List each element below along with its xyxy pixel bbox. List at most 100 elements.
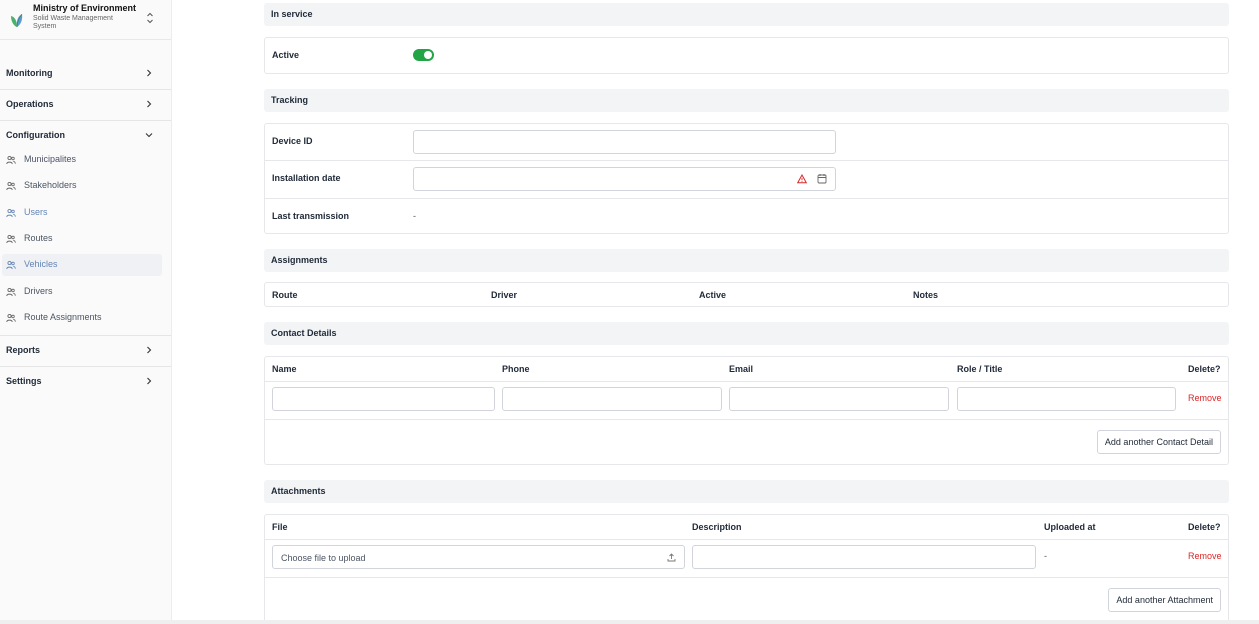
nav-configuration-label: Configuration	[6, 130, 65, 140]
sidebar-item-label: Vehicles	[24, 259, 58, 269]
nav-configuration[interactable]: Configuration	[0, 121, 171, 151]
upload-icon	[667, 553, 676, 562]
chevron-right-icon	[147, 100, 152, 108]
row-divider	[265, 577, 1228, 578]
installation-date-label: Installation date	[272, 173, 341, 183]
sidebar-item-municipalites[interactable]: Municipalites	[2, 149, 162, 171]
section-header-contact-details: Contact Details	[264, 322, 1229, 345]
chevron-right-icon	[147, 346, 152, 354]
sidebar-item-routes[interactable]: Routes	[2, 228, 162, 250]
column-header-driver: Driver	[491, 290, 518, 300]
chevron-right-icon	[147, 69, 152, 77]
last-transmission-value: -	[413, 211, 416, 221]
sidebar-item-label: Municipalites	[24, 154, 77, 164]
column-header-email: Email	[729, 364, 754, 374]
column-header-notes: Notes	[913, 290, 939, 300]
contact-details-table: Name Phone Email Role / Title Delete? Re…	[264, 356, 1229, 465]
file-upload-input[interactable]: Choose file to upload	[272, 545, 685, 569]
users-icon	[6, 181, 16, 191]
installation-date-input[interactable]	[413, 167, 836, 191]
nav-settings-label: Settings	[6, 376, 42, 386]
users-icon	[6, 208, 16, 218]
section-header-tracking: Tracking	[264, 89, 1229, 112]
users-icon	[6, 260, 16, 270]
nav-reports-label: Reports	[6, 345, 41, 355]
row-divider	[265, 539, 1228, 540]
column-header-uploaded-at: Uploaded at	[1044, 522, 1096, 532]
column-header-active: Active	[699, 290, 727, 300]
main-content: In service Active Tracking Device ID Ins…	[172, 0, 1259, 624]
sidebar-item-label: Stakeholders	[24, 180, 77, 190]
file-upload-placeholder: Choose file to upload	[281, 553, 366, 563]
sidebar-item-stakeholders[interactable]: Stakeholders	[2, 175, 162, 197]
nav-operations[interactable]: Operations	[0, 90, 171, 120]
contact-phone-input[interactable]	[502, 387, 722, 411]
calendar-icon[interactable]	[817, 173, 827, 184]
uploaded-at-value: -	[1044, 551, 1047, 561]
chevron-right-icon	[147, 377, 152, 385]
section-title: Assignments	[271, 255, 328, 265]
brand-switcher[interactable]: Ministry of Environment Solid Waste Mana…	[0, 0, 171, 40]
nav-operations-label: Operations	[6, 99, 54, 109]
sidebar-item-users[interactable]: Users	[2, 202, 162, 224]
sidebar: Ministry of Environment Solid Waste Mana…	[0, 0, 172, 624]
sidebar-item-drivers[interactable]: Drivers	[2, 281, 162, 303]
assignments-table: Route Driver Active Notes	[264, 282, 1229, 307]
nav-monitoring[interactable]: Monitoring	[0, 59, 171, 89]
section-header-attachments: Attachments	[264, 480, 1229, 503]
attachment-description-input[interactable]	[692, 545, 1036, 569]
sidebar-item-label: Routes	[24, 233, 53, 243]
warning-icon	[797, 174, 807, 184]
column-header-role: Role / Title	[957, 364, 1003, 374]
nav-settings[interactable]: Settings	[0, 367, 171, 397]
app-window: Ministry of Environment Solid Waste Mana…	[0, 0, 1259, 624]
sidebar-item-route-assignments[interactable]: Route Assignments	[2, 307, 162, 329]
users-icon	[6, 287, 16, 297]
section-title: In service	[271, 9, 313, 19]
active-toggle[interactable]	[413, 49, 434, 61]
users-icon	[6, 234, 16, 244]
section-title: Attachments	[271, 486, 326, 496]
leaf-logo-icon	[11, 13, 23, 28]
add-contact-button[interactable]: Add another Contact Detail	[1096, 430, 1221, 454]
remove-contact-link[interactable]: Remove	[1188, 393, 1222, 403]
users-icon	[6, 313, 16, 323]
sidebar-item-label: Users	[24, 207, 48, 217]
horizontal-scrollbar[interactable]	[0, 620, 1259, 624]
section-title: Contact Details	[271, 328, 337, 338]
contact-role-input[interactable]	[957, 387, 1176, 411]
last-transmission-label: Last transmission	[272, 211, 350, 221]
contact-email-input[interactable]	[729, 387, 949, 411]
brand-title: Ministry of Environment	[33, 3, 137, 13]
users-icon	[6, 155, 16, 165]
row-divider	[265, 198, 1228, 199]
column-header-route: Route	[272, 290, 298, 300]
section-title: Tracking	[271, 95, 309, 105]
active-label: Active	[272, 50, 300, 60]
device-id-input[interactable]	[413, 130, 836, 154]
sidebar-item-vehicles[interactable]: Vehicles	[2, 254, 162, 276]
remove-attachment-link[interactable]: Remove	[1188, 551, 1222, 561]
row-divider	[265, 381, 1228, 382]
contact-name-input[interactable]	[272, 387, 495, 411]
column-header-phone: Phone	[502, 364, 530, 374]
column-header-description: Description	[692, 522, 742, 532]
chevron-up-down-icon	[147, 12, 153, 24]
chevron-down-icon	[145, 133, 153, 138]
tracking-card: Device ID Installation date Last transmi…	[264, 123, 1229, 234]
row-divider	[265, 419, 1228, 420]
column-header-delete: Delete?	[1188, 522, 1221, 532]
sidebar-item-label: Route Assignments	[24, 312, 102, 322]
column-header-delete: Delete?	[1188, 364, 1221, 374]
section-header-in-service: In service	[264, 3, 1229, 26]
attachments-table: File Description Uploaded at Delete? Cho…	[264, 514, 1229, 624]
nav-monitoring-label: Monitoring	[6, 68, 53, 78]
column-header-name: Name	[272, 364, 297, 374]
in-service-card: Active	[264, 37, 1229, 74]
add-attachment-button[interactable]: Add another Attachment	[1108, 588, 1221, 612]
column-header-file: File	[272, 522, 288, 532]
section-header-assignments: Assignments	[264, 249, 1229, 272]
sidebar-item-label: Drivers	[24, 286, 53, 296]
nav-reports[interactable]: Reports	[0, 336, 171, 366]
row-divider	[265, 160, 1228, 161]
